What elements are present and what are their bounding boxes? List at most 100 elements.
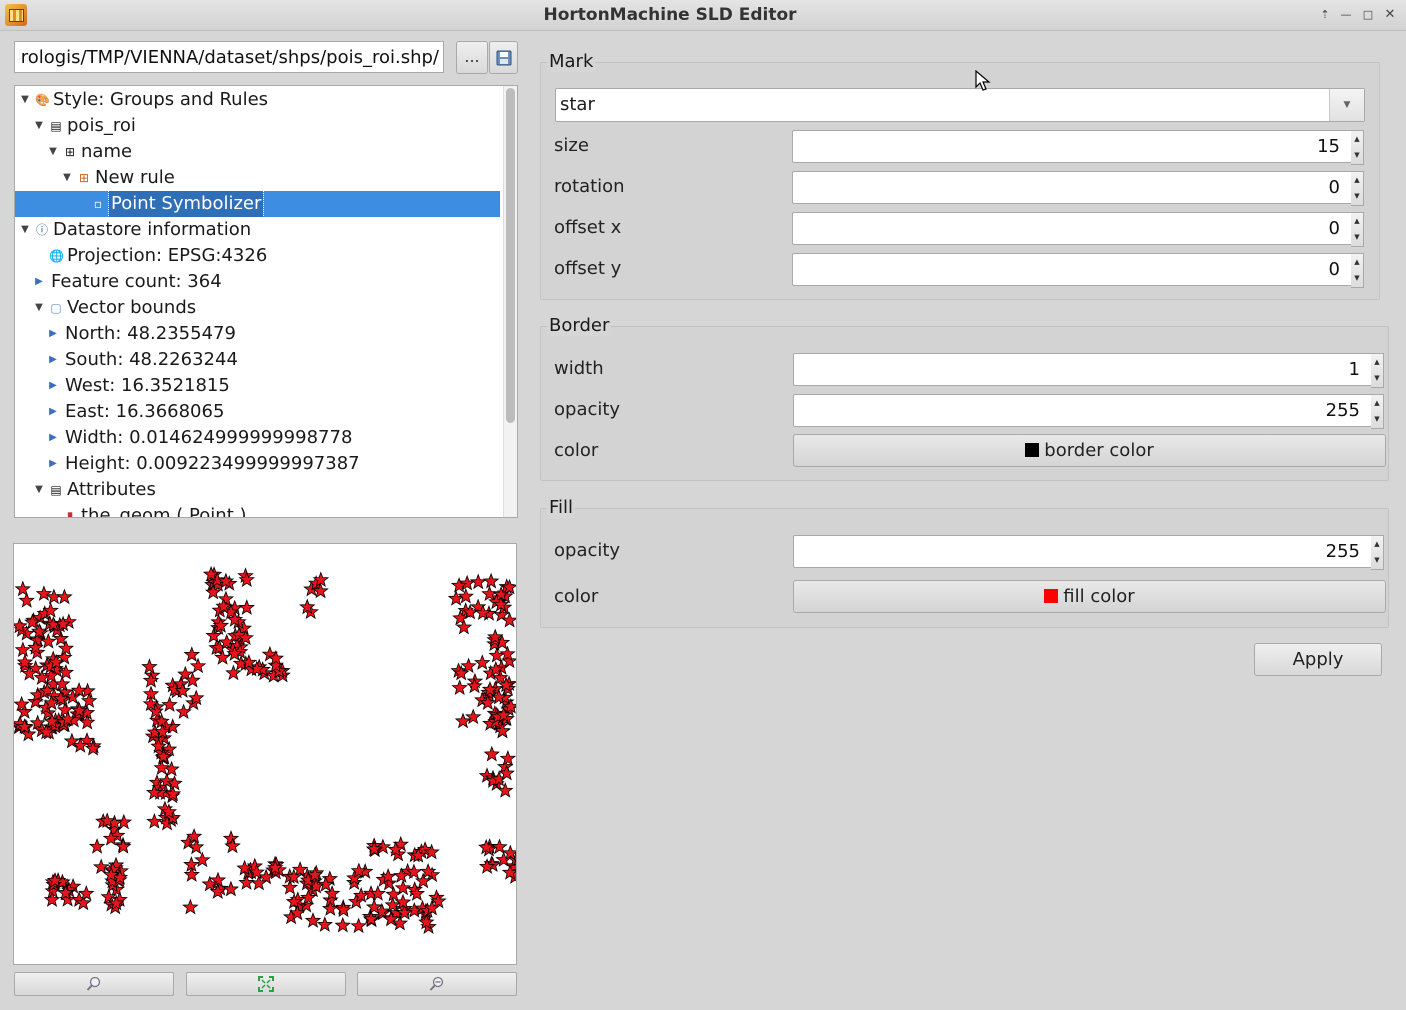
tree-item[interactable]: ▶ North: 48.2355479 <box>15 321 500 347</box>
expand-arrow-icon[interactable]: ▼ <box>33 295 45 321</box>
collapse-arrow-icon[interactable]: ▶ <box>47 373 59 399</box>
minimize-button[interactable]: — <box>1337 7 1355 23</box>
chevron-up-icon[interactable]: ▲ <box>1351 213 1363 229</box>
mark-size-value[interactable]: 15 <box>1317 131 1340 162</box>
map-preview[interactable] <box>13 543 517 965</box>
map-canvas[interactable] <box>14 544 517 965</box>
shapefile-path-input[interactable] <box>14 41 444 73</box>
tree-item[interactable]: ▮ the_geom ( Point ) <box>15 503 500 517</box>
chevron-down-icon[interactable]: ▼ <box>1351 229 1363 245</box>
tree-scrollbar[interactable] <box>503 86 517 517</box>
tree-item[interactable]: ▶ West: 16.3521815 <box>15 373 500 399</box>
mark-shape-select[interactable]: star ▼ <box>555 88 1365 122</box>
chevron-down-icon[interactable]: ▼ <box>1371 552 1383 568</box>
spinner-arrows[interactable]: ▲ ▼ <box>1351 171 1364 206</box>
tree-scrollbar-thumb[interactable] <box>506 88 515 423</box>
spinner-arrows[interactable]: ▲ ▼ <box>1371 535 1384 570</box>
mark-offset-x-spinner[interactable]: 0 ▲ ▼ <box>792 212 1364 247</box>
star-marker-icon <box>14 695 30 712</box>
keep-above-button[interactable]: ⇡ <box>1316 7 1334 23</box>
spinner-arrows[interactable]: ▲ ▼ <box>1351 253 1364 288</box>
collapse-arrow-icon[interactable]: ▶ <box>47 347 59 373</box>
border-opacity-value[interactable]: 255 <box>1326 395 1360 426</box>
border-width-spinner[interactable]: 1 ▲ ▼ <box>793 353 1384 388</box>
fill-color-button[interactable]: fill color <box>793 580 1386 613</box>
spinner-arrows[interactable]: ▲ ▼ <box>1371 394 1384 429</box>
zoom-in-button[interactable] <box>14 972 174 996</box>
tree-item[interactable]: ▶ South: 48.2263244 <box>15 347 500 373</box>
zoom-out-button[interactable] <box>357 972 517 996</box>
save-button[interactable] <box>489 41 518 74</box>
collapse-arrow-icon[interactable]: ▶ <box>47 451 59 477</box>
expand-arrow-icon[interactable]: ▼ <box>19 87 31 113</box>
tree-item[interactable]: ▫ Point Symbolizer <box>15 190 500 218</box>
spinner-arrows[interactable]: ▲ ▼ <box>1371 353 1384 388</box>
mark-offset-x-label: offset x <box>554 217 622 238</box>
tree-item[interactable]: ▶ Height: 0.009223499999997387 <box>15 451 500 477</box>
expand-arrow-icon[interactable]: ▼ <box>61 165 73 191</box>
tree-item[interactable]: ▼ 🎨 Style: Groups and Rules <box>15 87 500 113</box>
star-marker-icon <box>56 588 73 605</box>
chevron-down-icon[interactable]: ▼ <box>1371 370 1383 386</box>
mark-rotation-spinner[interactable]: 0 ▲ ▼ <box>792 171 1364 206</box>
mark-offset-y-value[interactable]: 0 <box>1329 254 1340 285</box>
tree-item[interactable]: ▼ ⊞ New rule <box>15 165 500 191</box>
chevron-down-icon[interactable]: ▼ <box>1329 89 1364 121</box>
rule-icon: ⊞ <box>78 171 90 185</box>
tree-item[interactable]: ▼ ⊞ name <box>15 139 500 165</box>
tree-item[interactable]: ▶ Width: 0.014624999999998778 <box>15 425 500 451</box>
border-color-button[interactable]: border color <box>793 434 1386 467</box>
tree-item[interactable]: 🌐 Projection: EPSG:4326 <box>15 243 500 269</box>
tree-item[interactable]: ▼ ▢ Vector bounds <box>15 295 500 321</box>
style-tree[interactable]: ▼ 🎨 Style: Groups and Rules ▼ ▤ pois_roi ▼ ⊞ nam… <box>14 85 518 518</box>
chevron-down-icon[interactable]: ▼ <box>1351 270 1363 286</box>
fill-color-swatch <box>1044 589 1059 603</box>
chevron-up-icon[interactable]: ▲ <box>1351 131 1363 147</box>
collapse-arrow-icon[interactable]: ▶ <box>47 425 59 451</box>
tree-item[interactable]: ▼ ▤ Attributes <box>15 477 500 503</box>
expand-arrow-icon[interactable]: ▼ <box>47 139 59 165</box>
border-width-value[interactable]: 1 <box>1349 354 1360 385</box>
chevron-up-icon[interactable]: ▲ <box>1371 536 1383 552</box>
tree-item-label: Height: 0.009223499999997387 <box>65 453 360 474</box>
tree-item[interactable]: ▼ ⓘ Datastore information <box>15 217 500 243</box>
zoom-to-extent-button[interactable] <box>186 972 346 996</box>
globe-icon: 🌐 <box>49 249 64 263</box>
expand-arrow-icon[interactable]: ▼ <box>33 477 45 503</box>
fill-opacity-value[interactable]: 255 <box>1326 536 1360 567</box>
star-marker-icon <box>88 838 106 854</box>
star-marker-icon <box>385 885 402 902</box>
spinner-arrows[interactable]: ▲ ▼ <box>1351 212 1364 247</box>
border-opacity-spinner[interactable]: 255 ▲ ▼ <box>793 394 1384 429</box>
maximize-button[interactable]: □ <box>1359 7 1377 23</box>
mark-offset-y-spinner[interactable]: 0 ▲ ▼ <box>792 253 1364 288</box>
expand-arrow-icon[interactable]: ▼ <box>19 217 31 243</box>
star-marker-icon <box>334 916 351 933</box>
tree-item[interactable]: ▶ East: 16.3668065 <box>15 399 500 425</box>
chevron-up-icon[interactable]: ▲ <box>1351 254 1363 270</box>
collapse-arrow-icon[interactable]: ▶ <box>47 399 59 425</box>
border-color-label: color <box>554 440 599 461</box>
mark-rotation-value[interactable]: 0 <box>1329 172 1340 203</box>
tree-item[interactable]: ▶ Feature count: 364 <box>15 269 500 295</box>
browse-button[interactable]: ... <box>456 41 488 74</box>
chevron-up-icon[interactable]: ▲ <box>1371 395 1383 411</box>
collapse-arrow-icon[interactable]: ▶ <box>33 269 45 295</box>
close-button[interactable]: ✕ <box>1381 7 1399 23</box>
mark-offset-x-value[interactable]: 0 <box>1329 213 1340 244</box>
chevron-up-icon[interactable]: ▲ <box>1351 172 1363 188</box>
tree-item[interactable]: ▼ ▤ pois_roi <box>15 113 500 139</box>
star-marker-icon <box>457 587 474 604</box>
chevron-down-icon[interactable]: ▼ <box>1351 188 1363 204</box>
expand-arrow-icon[interactable]: ▼ <box>33 113 45 139</box>
fill-opacity-spinner[interactable]: 255 ▲ ▼ <box>793 535 1384 570</box>
spinner-arrows[interactable]: ▲ ▼ <box>1351 130 1364 165</box>
apply-button[interactable]: Apply <box>1254 643 1382 676</box>
star-marker-icon <box>316 916 333 932</box>
mark-size-spinner[interactable]: 15 ▲ ▼ <box>792 130 1364 165</box>
chevron-up-icon[interactable]: ▲ <box>1371 354 1383 370</box>
collapse-arrow-icon[interactable]: ▶ <box>47 321 59 347</box>
chevron-down-icon[interactable]: ▼ <box>1351 147 1363 163</box>
chevron-down-icon[interactable]: ▼ <box>1371 411 1383 427</box>
point-icon: ▫ <box>93 197 103 211</box>
